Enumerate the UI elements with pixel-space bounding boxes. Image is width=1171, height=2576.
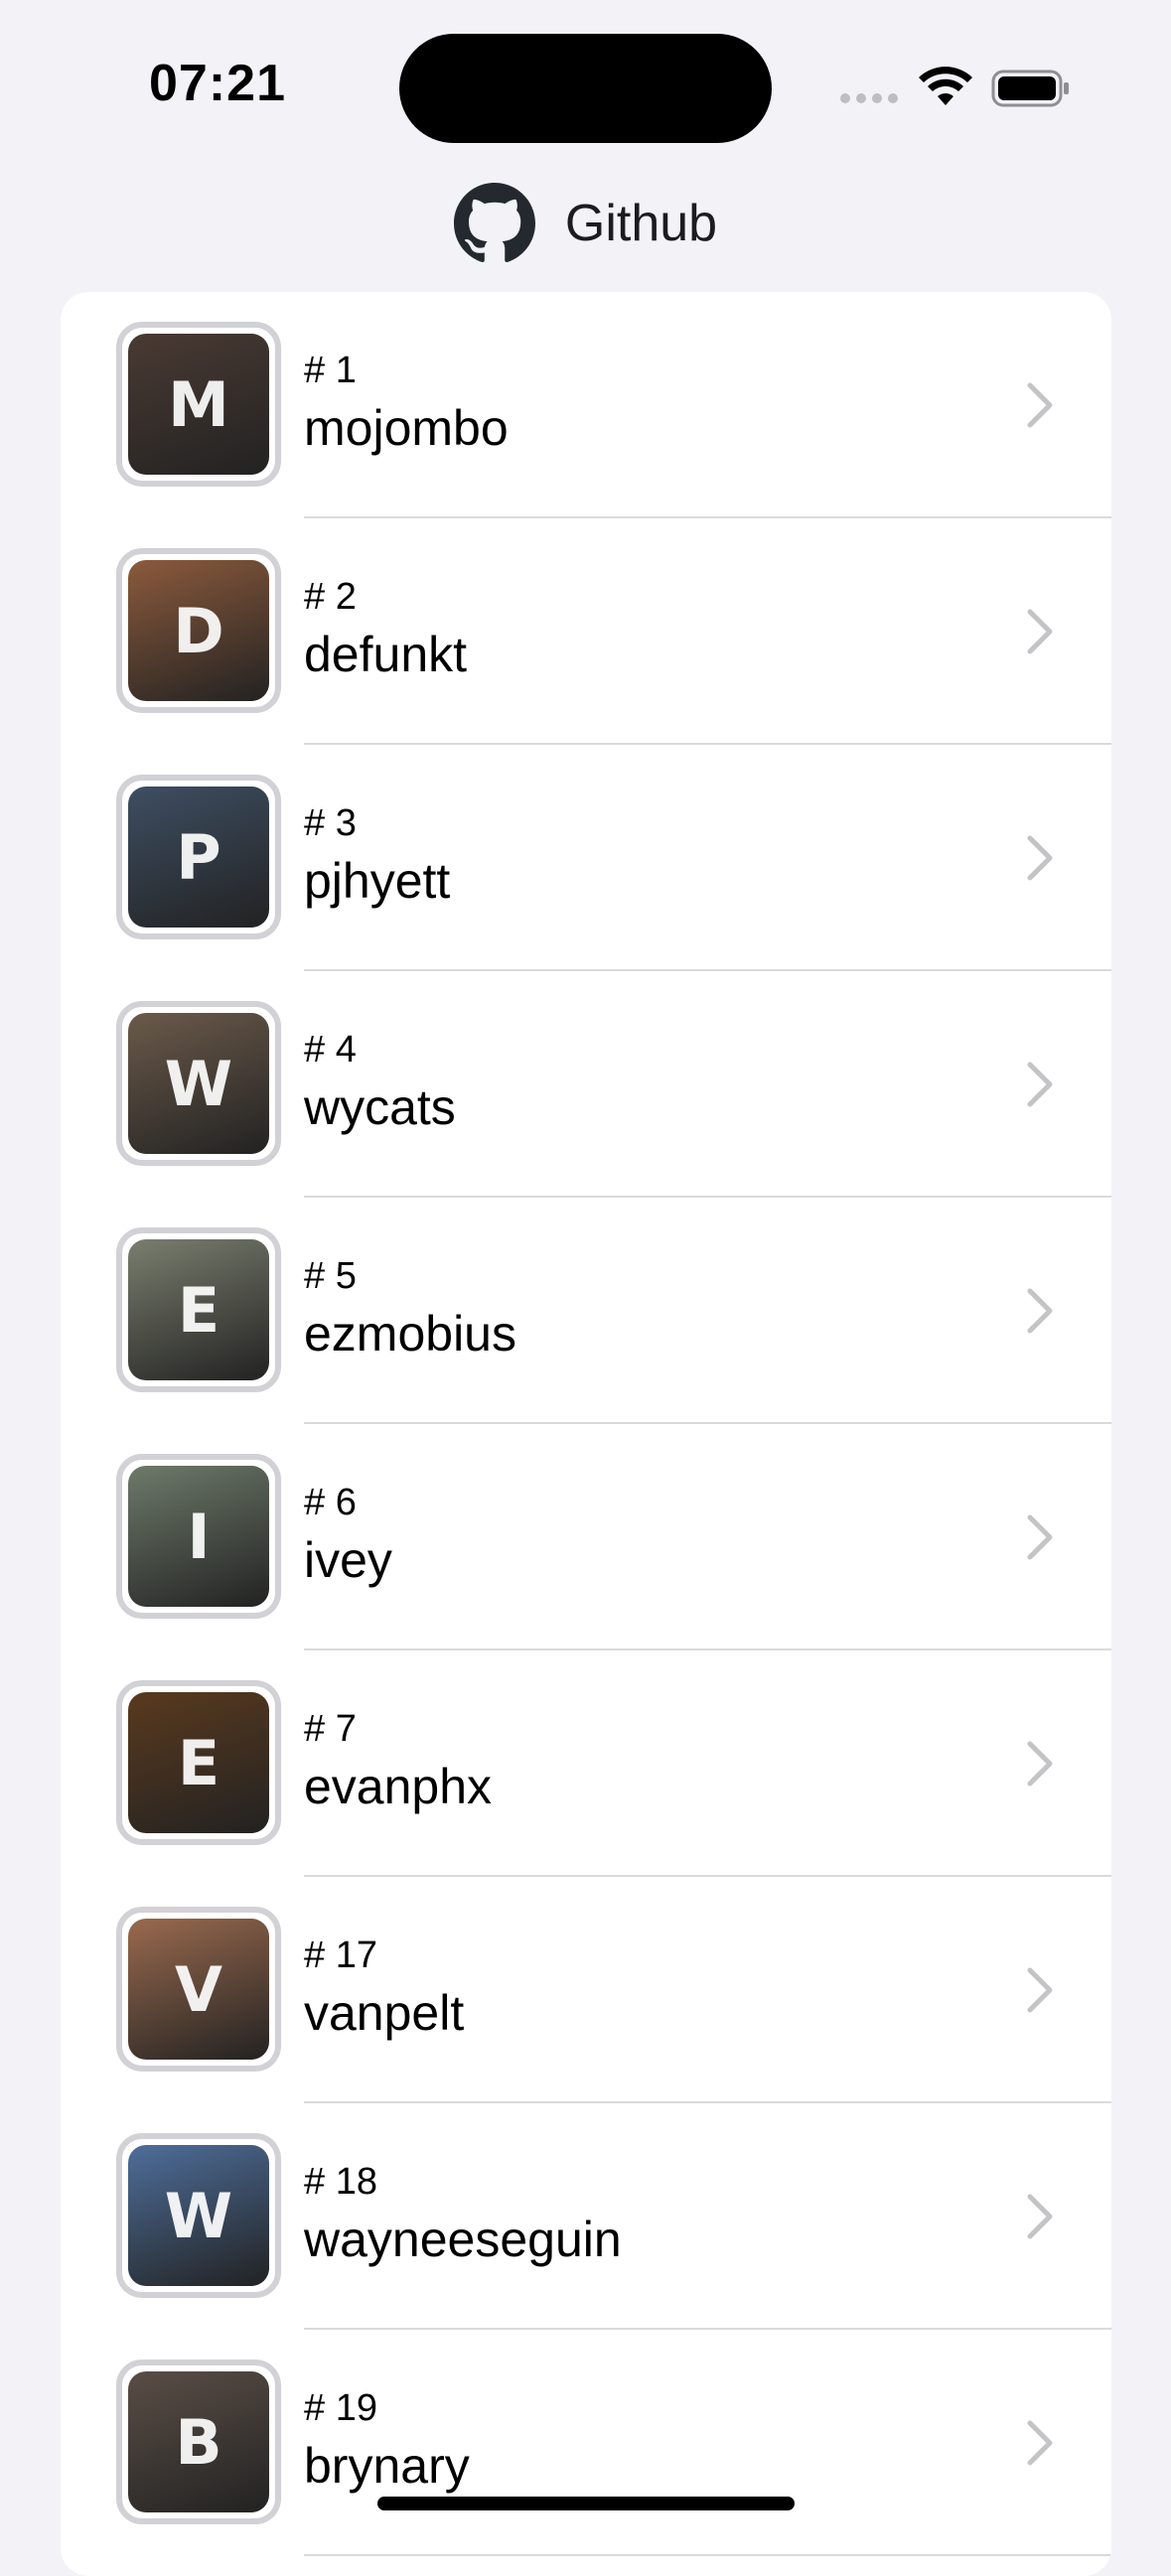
rank-label: # 6 <box>304 1482 357 1523</box>
rank-label: # 2 <box>304 576 357 618</box>
avatar: W <box>128 2145 269 2286</box>
avatar: P <box>128 787 269 928</box>
rank-label: # 3 <box>304 802 357 844</box>
rank-label: # 7 <box>304 1708 357 1750</box>
avatar: M <box>128 334 269 475</box>
avatar-frame: P <box>116 775 281 939</box>
chevron-right-icon <box>1027 1288 1053 1334</box>
battery-icon <box>991 70 1069 107</box>
chevron-right-icon <box>1027 835 1053 881</box>
avatar: D <box>128 560 269 701</box>
chevron-right-icon <box>1027 2420 1053 2466</box>
list-item-ivey[interactable]: I # 6 ivey <box>61 1424 1111 1650</box>
list-item-vanpelt[interactable]: V # 17 vanpelt <box>61 1877 1111 2103</box>
avatar: I <box>128 1466 269 1607</box>
username-label: wayneeseguin <box>304 2212 622 2267</box>
rank-label: # 5 <box>304 1255 357 1297</box>
avatar: B <box>128 2371 269 2512</box>
avatar-frame: W <box>116 1001 281 1166</box>
username-label: ivey <box>304 1532 392 1588</box>
user-list: M # 1 mojombo D # 2 defunkt P # 3 pjhyet… <box>61 292 1111 2576</box>
avatar: E <box>128 1692 269 1833</box>
list-item-defunkt[interactable]: D # 2 defunkt <box>61 518 1111 745</box>
chevron-right-icon <box>1027 382 1053 428</box>
username-label: pjhyett <box>304 853 451 909</box>
status-time: 07:21 <box>149 55 286 112</box>
username-label: wycats <box>304 1079 456 1135</box>
avatar-frame: W <box>116 2133 281 2298</box>
list-item-evanphx[interactable]: E # 7 evanphx <box>61 1650 1111 1877</box>
avatar-frame: I <box>116 1454 281 1619</box>
username-label: defunkt <box>304 627 468 682</box>
row-separator <box>304 2554 1111 2556</box>
list-item-mojombo[interactable]: M # 1 mojombo <box>61 292 1111 518</box>
github-octocat-icon <box>453 183 535 262</box>
chevron-right-icon <box>1027 1062 1053 1107</box>
status-bar: 07:21 <box>0 0 1171 169</box>
chevron-right-icon <box>1027 1967 1053 2013</box>
rank-label: # 19 <box>304 2387 377 2429</box>
username-label: ezmobius <box>304 1306 516 1361</box>
wifi-icon <box>919 67 972 105</box>
avatar: V <box>128 1919 269 2060</box>
chevron-right-icon <box>1027 609 1053 654</box>
dynamic-island <box>399 34 772 143</box>
home-indicator[interactable] <box>377 2497 795 2510</box>
username-label: vanpelt <box>304 1985 465 2041</box>
avatar: E <box>128 1239 269 1380</box>
username-label: mojombo <box>304 400 509 456</box>
rank-label: # 17 <box>304 1934 377 1976</box>
chevron-right-icon <box>1027 1741 1053 1787</box>
list-item-ezmobius[interactable]: E # 5 ezmobius <box>61 1198 1111 1424</box>
avatar-frame: B <box>116 2360 281 2524</box>
username-label: evanphx <box>304 1759 493 1814</box>
chevron-right-icon <box>1027 1514 1053 1560</box>
avatar-frame: V <box>116 1907 281 2072</box>
cellular-signal-icon <box>840 93 900 107</box>
rank-label: # 4 <box>304 1029 357 1071</box>
avatar-frame: M <box>116 322 281 487</box>
list-item-wycats[interactable]: W # 4 wycats <box>61 971 1111 1198</box>
list-item-wayneeseguin[interactable]: W # 18 wayneeseguin <box>61 2103 1111 2330</box>
avatar-frame: E <box>116 1227 281 1392</box>
chevron-right-icon <box>1027 2194 1053 2239</box>
nav-header: Github <box>0 179 1171 268</box>
rank-label: # 18 <box>304 2161 377 2203</box>
list-item-pjhyett[interactable]: P # 3 pjhyett <box>61 745 1111 971</box>
avatar-frame: D <box>116 548 281 713</box>
username-label: brynary <box>304 2438 470 2494</box>
list-item-brynary[interactable]: B # 19 brynary <box>61 2330 1111 2556</box>
rank-label: # 1 <box>304 350 357 391</box>
avatar-frame: E <box>116 1680 281 1845</box>
avatar: W <box>128 1013 269 1154</box>
page-title: Github <box>564 195 718 252</box>
